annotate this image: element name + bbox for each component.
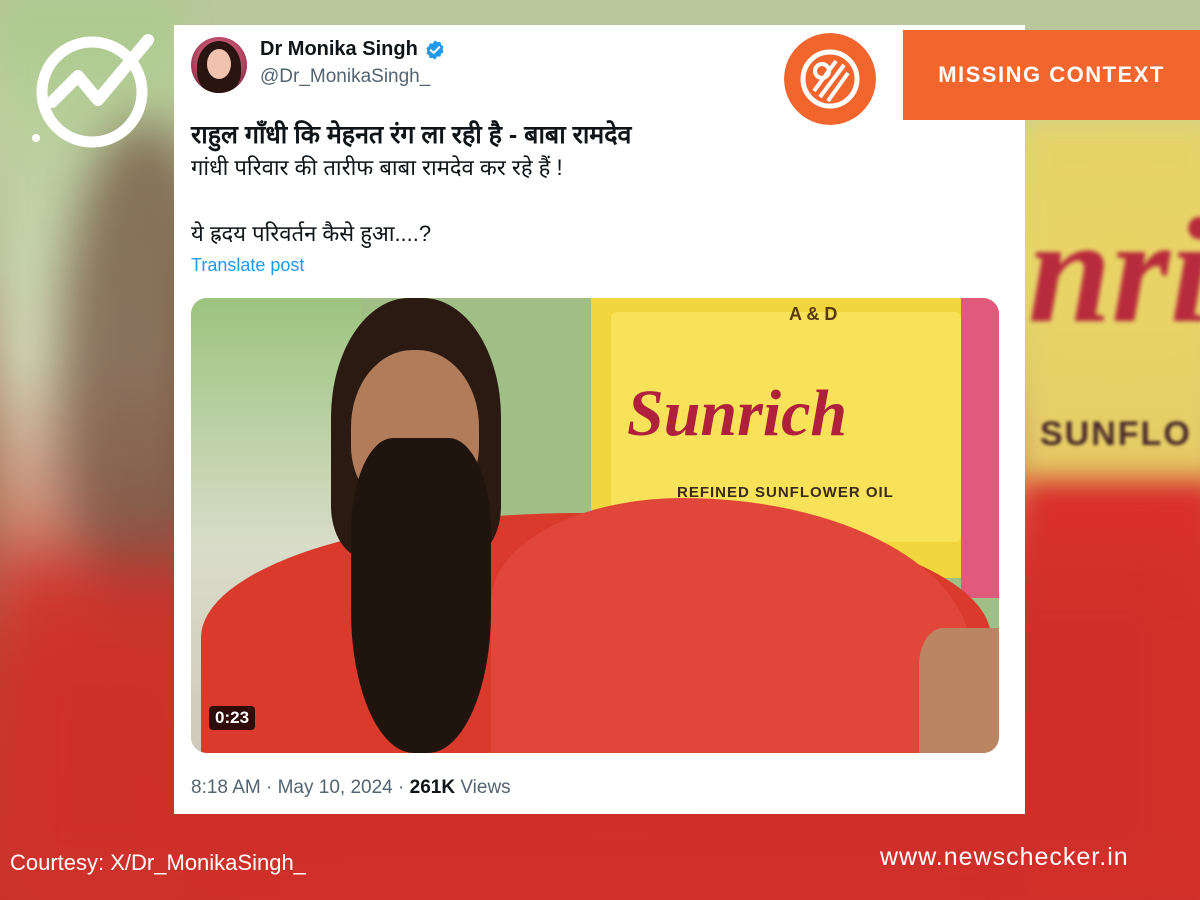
badge-label: MISSING CONTEXT — [938, 62, 1165, 87]
author-handle[interactable]: @Dr_MonikaSingh_ — [260, 66, 430, 88]
tweet-text-line-3: ये ह्रदय परिवर्तन कैसे हुआ....? — [191, 221, 432, 246]
video-duration: 0:23 — [209, 706, 256, 730]
views-count: 261K — [409, 777, 456, 798]
avatar[interactable] — [191, 37, 247, 93]
background-brand-subtext: SUNFLO — [1040, 415, 1192, 453]
meta-separator: · — [260, 777, 278, 798]
video-thumbnail[interactable]: A & D Sunrich REFINED SUNFLOWER OIL 0:23 — [191, 298, 999, 753]
verified-badge-icon — [426, 39, 444, 60]
newschecker-logo-icon — [32, 34, 154, 148]
tweet-date[interactable]: May 10, 2024 — [278, 777, 393, 798]
author-name[interactable]: Dr Monika Singh — [260, 38, 418, 61]
tweet-time[interactable]: 8:18 AM — [191, 777, 261, 798]
tweet-meta: 8:18 AM · May 10, 2024 · 261K Views — [191, 777, 511, 799]
tweet-card: Dr Monika Singh @Dr_MonikaSingh_ राहुल ग… — [174, 25, 1025, 814]
tweet-text-line-2: गांधी परिवार की तारीफ बाबा रामदेव कर रहे… — [191, 155, 563, 180]
courtesy-credit: Courtesy: X/Dr_MonikaSingh_ — [10, 850, 306, 875]
fact-check-stamp-icon — [784, 33, 876, 125]
meta-separator: · — [392, 777, 410, 798]
translate-post-link[interactable]: Translate post — [191, 255, 304, 276]
video-pack-text: A & D — [789, 304, 838, 324]
missing-context-badge: MISSING CONTEXT — [903, 30, 1200, 120]
views-label: Views — [455, 777, 511, 798]
tweet-text-line-1: राहुल गाँधी कि मेहनत रंग ला रही है - बाब… — [191, 121, 632, 149]
site-url: www.newschecker.in — [880, 843, 1129, 871]
video-brand-text: Sunrich — [627, 377, 848, 450]
author-row: Dr Monika Singh — [260, 38, 446, 61]
background-brand-text: nri — [1028, 188, 1200, 354]
